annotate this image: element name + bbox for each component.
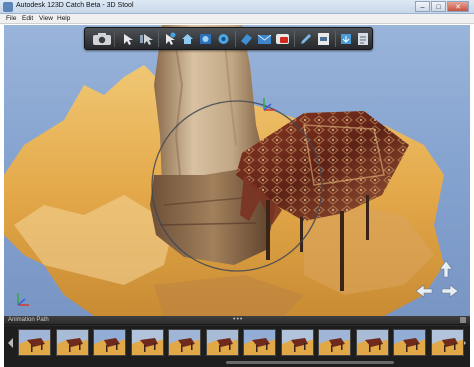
youtube-icon[interactable] [274,31,291,47]
animation-frame[interactable] [355,329,389,356]
scene-render [4,25,444,316]
email-icon[interactable] [256,31,273,47]
share-icon[interactable] [355,31,372,47]
animation-frame[interactable] [243,329,276,356]
panel-close-icon[interactable] [460,317,466,323]
animation-frame[interactable] [168,329,201,356]
world-axis-icon [13,290,33,310]
animation-path-panel: Animation Path ••• [4,316,470,367]
title-bar: Autodesk 123D Catch Beta - 3D Stool – □ … [0,0,474,14]
stool-leg [340,211,344,291]
select-icon[interactable] [161,31,178,47]
video-icon[interactable] [215,31,232,47]
animation-panel-title: Animation Path [8,317,49,323]
arrow-right-icon[interactable] [441,284,459,298]
app-icon [3,2,13,12]
animation-frame[interactable] [18,329,51,356]
pen-icon[interactable] [297,31,314,47]
menu-view[interactable]: View [39,15,53,22]
animation-frame[interactable] [430,329,464,356]
export-icon[interactable] [315,31,332,47]
menu-file[interactable]: File [6,15,16,22]
minimize-button[interactable]: – [415,1,430,12]
menu-help[interactable]: Help [57,15,70,22]
arrow-left-icon[interactable] [415,284,433,298]
window-title: Autodesk 123D Catch Beta - 3D Stool [16,2,134,9]
animation-panel-header: Animation Path ••• [4,316,470,325]
3d-viewport[interactable] [4,25,470,316]
animation-icon[interactable] [197,31,214,47]
menu-bar: File Edit View Help [0,14,474,24]
animation-frame[interactable] [205,329,239,356]
animation-frame[interactable] [280,329,314,356]
frame-strip [4,326,470,367]
home-view-icon[interactable] [179,31,196,47]
orbit-icon[interactable] [120,31,137,47]
navigation-arrows [412,257,462,305]
download-icon[interactable] [338,31,355,47]
animation-frame[interactable] [93,329,126,356]
frame-scrollbar[interactable] [226,361,394,364]
stool-leg [300,217,303,252]
animation-frame[interactable] [55,329,89,356]
axis-gizmo-icon [259,95,279,115]
arrow-up-icon[interactable] [439,260,453,278]
camera-icon[interactable] [89,31,115,47]
maximize-button[interactable]: □ [431,1,446,12]
main-toolbar [84,27,373,50]
close-button[interactable]: ✕ [447,1,469,12]
animation-frame[interactable] [130,329,164,356]
menu-edit[interactable]: Edit [22,15,33,22]
eraser-icon[interactable] [238,31,255,47]
pan-icon[interactable] [138,31,155,47]
animation-frame[interactable] [318,329,351,356]
animation-frame[interactable] [393,329,426,356]
stool-leg [266,200,270,260]
panel-grip[interactable]: ••• [233,316,243,323]
stool-leg [366,195,369,240]
scroll-left-icon[interactable] [7,336,15,348]
